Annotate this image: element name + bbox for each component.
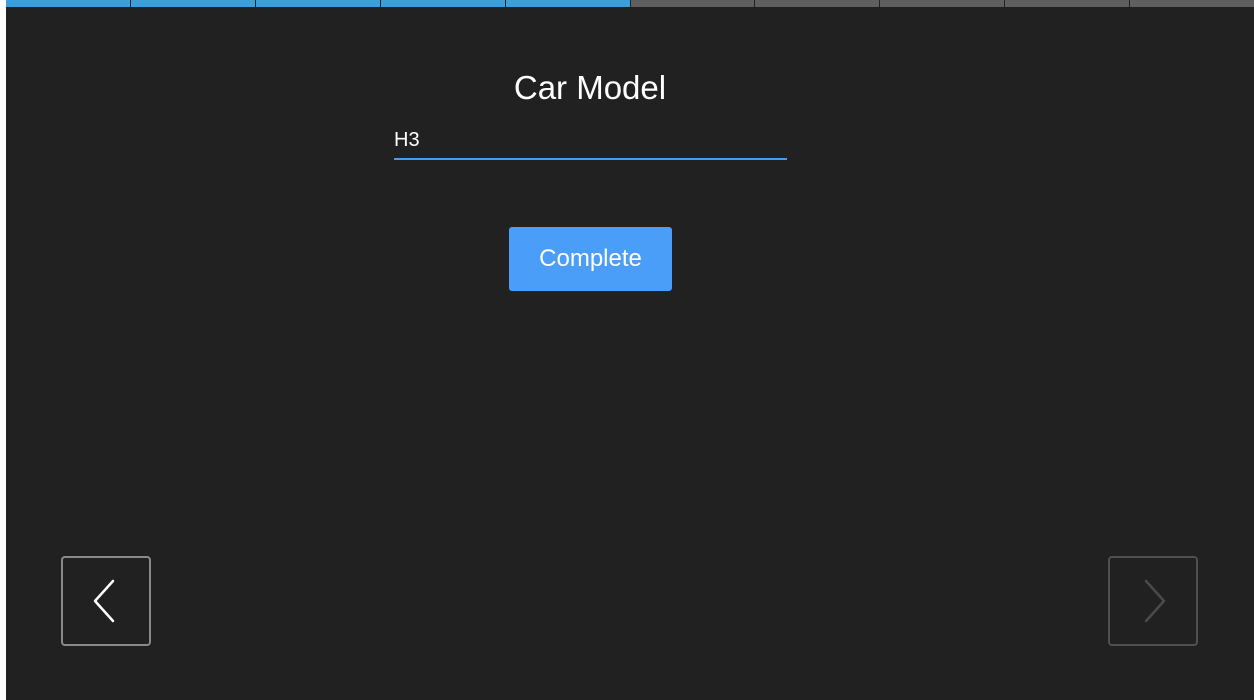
chevron-left-icon — [93, 579, 115, 623]
progress-segment-6 — [630, 0, 756, 7]
progress-segment-8 — [880, 0, 1006, 7]
step-progress-bar — [6, 0, 1254, 7]
progress-segment-9 — [1005, 0, 1131, 7]
setup-screen: Car Model Complete — [6, 0, 1254, 700]
complete-button[interactable]: Complete — [509, 227, 672, 291]
next-button[interactable] — [1108, 556, 1198, 646]
previous-button[interactable] — [61, 556, 151, 646]
progress-segment-5 — [505, 0, 631, 7]
progress-segment-4 — [380, 0, 506, 7]
chevron-right-icon — [1144, 579, 1166, 623]
page-title: Car Model — [513, 69, 667, 106]
progress-segment-3 — [255, 0, 381, 7]
progress-segment-7 — [755, 0, 881, 7]
progress-segment-2 — [130, 0, 256, 7]
car-model-field[interactable] — [394, 124, 787, 160]
progress-segment-10 — [1130, 0, 1254, 7]
progress-segment-1 — [6, 0, 131, 7]
car-model-input[interactable] — [394, 124, 787, 157]
